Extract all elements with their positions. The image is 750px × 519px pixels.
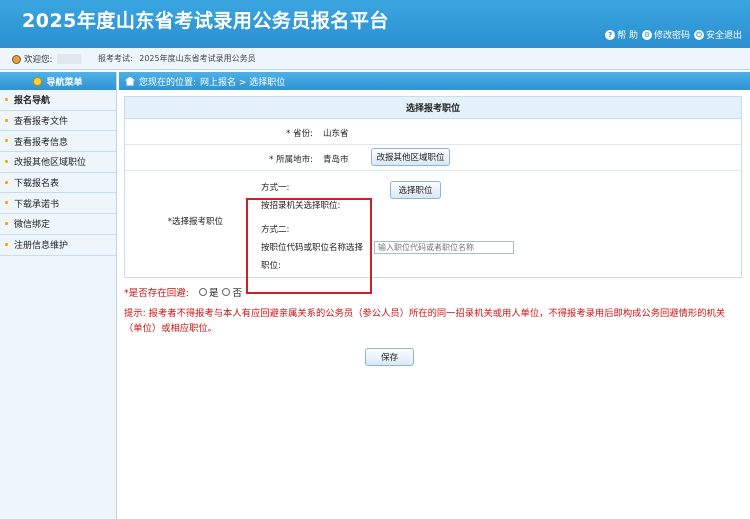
sidebar: 导航菜单 报名导航 查看报考文件 查看报考信息 改报其他区域职位 下载报名表 下… [0,72,117,519]
radio-yes[interactable] [198,288,207,296]
sidebar-item-label: 查看报考文件 [14,117,69,128]
recusal-yes-option[interactable]: 是 [198,285,219,299]
tip-text: 提示: 报考者不得报考与本人有应回避亲属关系的公务员（参公人员）所在的同一招录机… [124,308,726,334]
exam-label: 报考考试: [98,54,133,63]
select-position-button[interactable]: 选择职位 [390,181,441,199]
change-password-label: 修改密码 [653,31,690,41]
recusal-no-option[interactable]: 否 [222,285,242,299]
select-position-panel: 选择报考职位 * 省份: 山东省 * 所属地市: 青岛市 改报其他区域职位 *选… [124,96,742,294]
help-link[interactable]: ? 帮 助 [605,28,638,41]
app-title: 2025年度山东省考试录用公务员报名平台 [22,10,389,32]
province-value: 山东省 [323,129,349,139]
sidebar-item-download-form[interactable]: 下载报名表 [0,173,116,194]
menu-icon [33,76,43,86]
recusal-no-label: 否 [232,288,242,299]
recusal-question: *是否存在回避: 是 否 [124,285,242,299]
breadcrumb: 您现在的位置: 网上报名 > 选择职位 [119,72,750,90]
highlight-box [246,198,372,294]
sidebar-head: 导航菜单 [0,72,116,90]
sidebar-item-registration-guide[interactable]: 报名导航 [0,90,116,111]
key-icon: ⚙ [641,29,652,40]
radio-no[interactable] [222,288,231,296]
user-icon [12,54,21,64]
user-bar: 欢迎您: 报考考试: 2025年度山东省考试录用公务员 [0,48,750,70]
city-row: * 所属地市: 青岛市 改报其他区域职位 [125,145,741,171]
sidebar-item-view-files[interactable]: 查看报考文件 [0,111,116,132]
breadcrumb-path: 网上报名 > 选择职位 [200,77,286,88]
sidebar-item-label: 改报其他区域职位 [14,158,87,169]
breadcrumb-prefix: 您现在的位置: [139,77,197,88]
sidebar-head-label: 导航菜单 [46,77,83,88]
save-button[interactable]: 保存 [365,348,414,366]
sidebar-item-label: 下载报名表 [14,179,60,190]
sidebar-item-label: 查看报考信息 [14,137,69,148]
change-region-button[interactable]: 改报其他区域职位 [371,148,450,166]
sidebar-item-change-region[interactable]: 改报其他区域职位 [0,152,116,173]
sidebar-item-label: 微信绑定 [14,220,51,231]
logout-label: 安全退出 [705,31,742,41]
sidebar-item-label: 注册信息维护 [14,241,69,252]
province-label: * 省份: [286,129,313,139]
city-label: * 所属地市: [269,155,313,165]
method1-title: 方式一: [261,183,290,193]
header-links: ? 帮 助 ⚙ 修改密码 ⏻ 安全退出 [605,28,742,41]
province-row: * 省份: 山东省 [125,119,741,145]
panel-title: 选择报考职位 [125,97,741,119]
exam-name: 2025年度山东省考试录用公务员 [139,54,256,63]
sidebar-item-wechat[interactable]: 微信绑定 [0,214,116,235]
position-search-input[interactable] [374,241,514,254]
sidebar-item-label: 下载承诺书 [14,199,60,210]
sidebar-item-download-pledge[interactable]: 下载承诺书 [0,193,116,215]
change-password-link[interactable]: ⚙ 修改密码 [641,28,690,41]
city-value: 青岛市 [323,155,349,165]
welcome-label: 欢迎您: [24,55,53,65]
help-icon: ? [605,29,616,40]
power-icon: ⏻ [693,29,704,40]
position-label: *选择报考职位 [167,217,223,227]
position-row: *选择报考职位 方式一: 按招录机关选择职位: 选择职位 方式二: 按职位代码或… [125,171,741,275]
sidebar-item-label: 报名导航 [14,96,51,107]
app-header: 2025年度山东省考试录用公务员报名平台 ? 帮 助 ⚙ 修改密码 ⏻ 安全退出 [0,0,750,48]
exam-info: 报考考试: 2025年度山东省考试录用公务员 [98,53,256,64]
sidebar-item-view-info[interactable]: 查看报考信息 [0,131,116,153]
main-content: 您现在的位置: 网上报名 > 选择职位 选择报考职位 * 省份: 山东省 * 所… [119,72,750,519]
welcome: 欢迎您: [12,53,82,65]
sidebar-item-registration-info[interactable]: 注册信息维护 [0,235,116,256]
username-redacted [57,54,82,64]
help-label: 帮 助 [617,31,638,41]
recusal-yes-label: 是 [208,288,219,299]
home-icon [125,76,135,86]
logout-link[interactable]: ⏻ 安全退出 [693,28,742,41]
recusal-label: *是否存在回避: [124,288,189,299]
